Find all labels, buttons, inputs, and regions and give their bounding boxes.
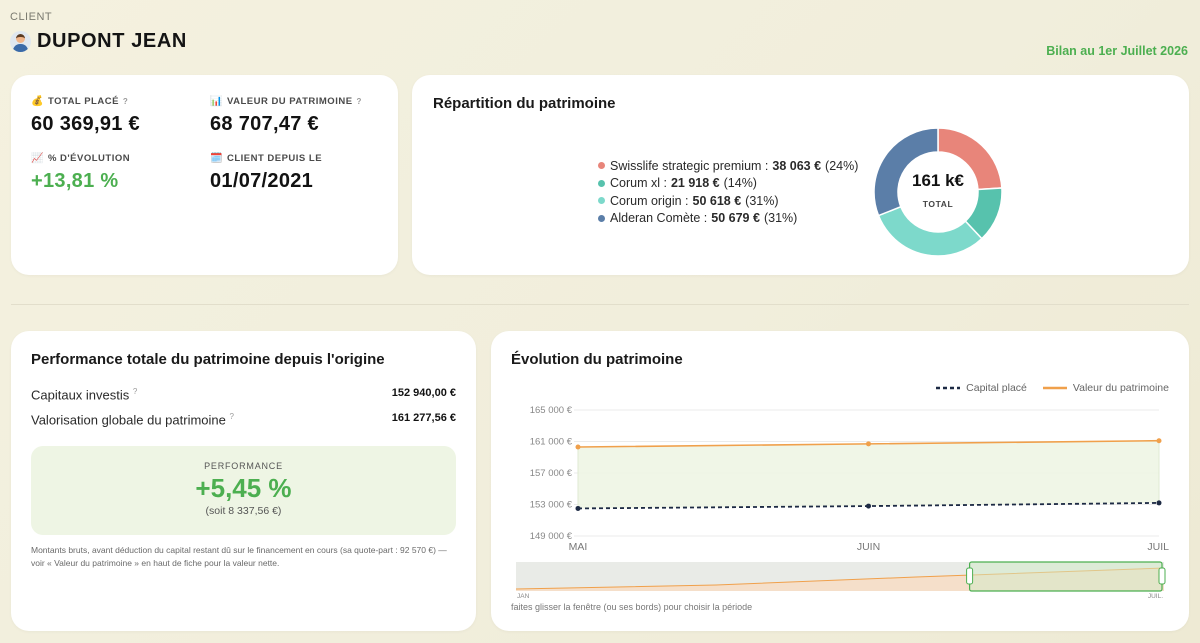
y-tick-label: 157 000 € (530, 468, 573, 479)
repartition-legend: Swisslife strategic premium :38 063 € (24… (598, 157, 858, 227)
kpi-valeur-patrimoine: 📊 VALEUR DU PATRIMOINE? 68 707,47 € (210, 96, 362, 136)
series-point[interactable] (1156, 438, 1162, 444)
help-icon[interactable]: ? (133, 387, 137, 396)
kpi-patrimoine-label: VALEUR DU PATRIMOINE (226, 96, 353, 107)
kpi-total-place: 💰 TOTAL PLACÉ? 60 369,91 € (31, 96, 140, 136)
valorisation-row: Valorisation globale du patrimoine ? 161… (31, 412, 456, 427)
kpi-since-value: 01/07/2021 (210, 170, 314, 192)
performance-note: Montants bruts, avant déduction du capit… (31, 545, 447, 568)
repartition-title: Répartition du patrimoine (433, 95, 616, 112)
avatar (10, 31, 31, 52)
legend-pct: (31%) (763, 211, 798, 226)
legend-name: Corum xl : (610, 176, 667, 191)
y-tick-label: 161 000 € (530, 437, 573, 448)
series-point[interactable] (866, 503, 871, 509)
navigator-window[interactable] (969, 561, 1163, 592)
legend-name: Corum origin : (610, 193, 689, 208)
donut-chart: 161 k€ TOTAL (873, 127, 1003, 257)
kpi-evolution: 📈% D'ÉVOLUTION +13,81 % (31, 153, 130, 193)
performance-box: PERFORMANCE +5,45 % (soit 8 337,56 €) (31, 446, 456, 535)
legend-name: Alderan Comète : (610, 211, 708, 226)
help-icon[interactable]: ? (123, 97, 128, 106)
help-icon[interactable]: ? (357, 97, 362, 106)
legend-amount: 50 618 € (692, 193, 742, 208)
evolution-chart: 165 000 € 161 000 € 157 000 € 153 000 € 149 … (515, 405, 1169, 600)
performance-box-sub: (soit 8 337,56 €) (205, 505, 282, 517)
series-point[interactable] (575, 505, 581, 511)
series-point[interactable] (575, 444, 581, 450)
donut-center: 161 k€ TOTAL (873, 127, 1003, 257)
evolution-card: Évolution du patrimoine Capital placé Va… (491, 331, 1189, 631)
valorisation-value: 161 277,56 € (391, 412, 456, 424)
client-label: CLIENT (10, 11, 53, 23)
legend-item: Corum origin :50 618 € (31%) (598, 192, 858, 210)
y-tick-label: 165 000 € (530, 405, 573, 416)
navigator-hint: faites glisser la fenêtre (ou ses bords)… (511, 602, 753, 612)
kpi-evolution-label: % D'ÉVOLUTION (47, 153, 131, 164)
series-point[interactable] (866, 441, 871, 447)
section-divider (11, 304, 1189, 305)
legend-dot (598, 214, 605, 222)
capitaux-label: Capitaux investis (31, 387, 130, 403)
client-header: DUPONT JEAN (10, 30, 187, 53)
performance-box-value: +5,45 % (195, 473, 292, 503)
help-icon[interactable]: ? (230, 412, 234, 421)
kpi-client-depuis: 🗓️ CLIENT DEPUIS LE 01/07/2021 (210, 153, 322, 193)
donut-total-value: 161 k€ (912, 171, 964, 190)
legend-item: Swisslife strategic premium :38 063 € (24… (598, 157, 858, 175)
performance-card: Performance totale du patrimoine depuis … (11, 331, 476, 631)
y-tick-label: 153 000 € (530, 500, 573, 511)
legend-name: Swisslife strategic premium : (610, 158, 769, 173)
area-fill (578, 440, 1159, 509)
legend-amount: 50 679 € (711, 211, 760, 226)
report-date: Bilan au 1er Juillet 2026 (1046, 44, 1188, 58)
trend-chart-icon: 📈 (31, 153, 44, 164)
performance-title: Performance totale du patrimoine depuis … (31, 351, 385, 368)
x-tick-label: JUIL (1147, 541, 1169, 553)
kpi-total-label: TOTAL PLACÉ (47, 96, 119, 107)
navigator-start-label: JAN (517, 593, 530, 600)
navigator-handle[interactable] (966, 567, 974, 585)
legend-dot (598, 179, 605, 187)
kpi-patrimoine-value: 68 707,47 € (210, 113, 319, 135)
legend-amount: 21 918 € (670, 176, 720, 191)
valorisation-label: Valorisation globale du patrimoine (31, 412, 226, 428)
performance-box-title: PERFORMANCE (204, 461, 283, 471)
legend-amount: 38 063 € (772, 158, 822, 173)
legend-pct: (31%) (745, 193, 779, 208)
legend-item: Corum xl :21 918 € (14%) (598, 175, 858, 193)
navigator-end-label: JUIL. (1148, 593, 1163, 600)
y-tick-label: 149 000 € (530, 531, 573, 542)
money-bag-icon: 💰 (31, 96, 44, 107)
kpi-since-label: CLIENT DEPUIS LE (226, 153, 323, 164)
kpi-total-value: 60 369,91 € (31, 113, 140, 135)
capitaux-row: Capitaux investis ? 152 940,00 € (31, 387, 456, 402)
legend-dot (598, 162, 605, 170)
kpi-card: 💰 TOTAL PLACÉ? 60 369,91 € 📊 VALEUR DU PAT… (11, 75, 398, 275)
client-name: DUPONT JEAN (37, 30, 187, 52)
legend-pct: (14%) (723, 176, 757, 191)
legend-item: Alderan Comète :50 679 € (31%) (598, 210, 858, 228)
bar-chart-icon: 📊 (210, 96, 223, 107)
navigator-handle[interactable] (1158, 567, 1166, 585)
series-point[interactable] (1156, 500, 1162, 506)
legend-dot (598, 197, 605, 205)
x-tick-label: JUIN (857, 541, 880, 553)
repartition-card: Répartition du patrimoine Swisslife stra… (412, 75, 1189, 275)
kpi-evolution-value: +13,81 % (31, 170, 119, 192)
calendar-icon: 🗓️ (210, 153, 223, 164)
x-tick-label: MAI (569, 541, 588, 553)
legend-pct: (24%) (825, 158, 859, 173)
donut-total-label: TOTAL (922, 199, 954, 209)
capitaux-value: 152 940,00 € (391, 387, 456, 399)
